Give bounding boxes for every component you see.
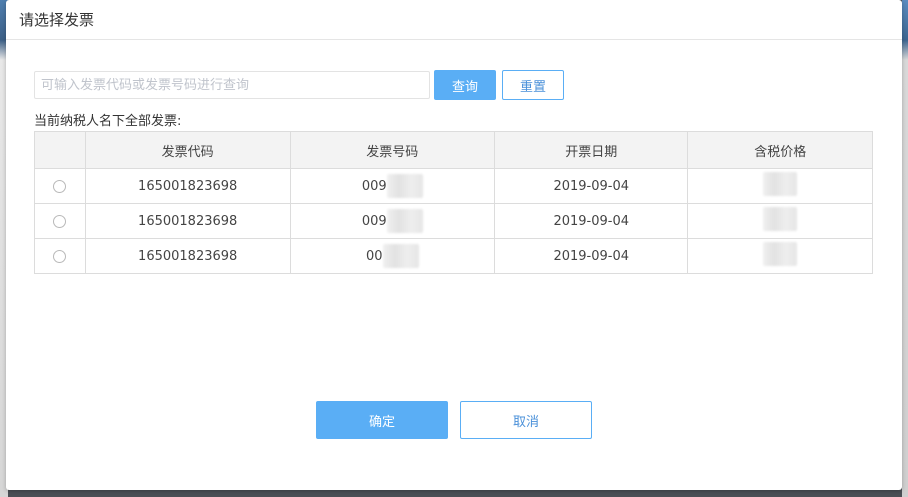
redacted-blur: [386, 209, 423, 233]
row-radio-button[interactable]: [53, 214, 67, 228]
invoice-number-cell: 00: [289, 238, 495, 274]
issue-date-cell: 2019-09-04: [493, 238, 689, 274]
invoice-number-cell: 009: [289, 168, 495, 204]
row-radio-button[interactable]: [53, 249, 67, 263]
price-cell: [687, 203, 873, 239]
invoice-table: 发票代码 发票号码 开票日期 含税价格 165001823698 009 201…: [34, 131, 873, 274]
query-button[interactable]: 查询: [434, 70, 496, 100]
invoice-search-input[interactable]: [34, 71, 430, 99]
issue-date-cell: 2019-09-04: [493, 203, 689, 239]
table-row[interactable]: 165001823698 009 2019-09-04: [34, 203, 873, 239]
table-header-row: 发票代码 发票号码 开票日期 含税价格: [34, 131, 873, 169]
redacted-blur: [763, 207, 798, 231]
column-header-invoice-code: 发票代码: [84, 131, 291, 169]
redacted-blur: [386, 174, 423, 198]
invoice-number-prefix: 009: [361, 178, 387, 194]
column-header-invoice-number: 发票号码: [289, 131, 495, 169]
invoice-number-prefix: 009: [361, 213, 387, 229]
cancel-button[interactable]: 取消: [460, 401, 592, 439]
reset-button[interactable]: 重置: [502, 70, 564, 100]
column-header-issue-date: 开票日期: [493, 131, 689, 169]
table-row[interactable]: 165001823698 009 2019-09-04: [34, 168, 873, 204]
row-select-cell[interactable]: [34, 238, 86, 274]
select-invoice-dialog: 请选择发票 查询 重置 当前纳税人名下全部发票: 发票代码 发票号码 开票日期 …: [6, 0, 902, 490]
price-cell: [687, 238, 873, 274]
invoice-code-cell: 165001823698: [84, 238, 291, 274]
table-row[interactable]: 165001823698 00 2019-09-04: [34, 238, 873, 274]
column-header-price: 含税价格: [687, 131, 873, 169]
redacted-blur: [763, 242, 798, 266]
search-bar: 查询 重置: [34, 70, 564, 100]
row-radio-button[interactable]: [53, 179, 67, 193]
redacted-blur: [382, 244, 419, 268]
invoice-number-cell: 009: [289, 203, 495, 239]
redacted-blur: [763, 172, 798, 196]
issue-date-cell: 2019-09-04: [493, 168, 689, 204]
invoice-code-cell: 165001823698: [84, 168, 291, 204]
confirm-button[interactable]: 确定: [316, 401, 448, 439]
row-select-cell[interactable]: [34, 203, 86, 239]
invoice-number-prefix: 00: [365, 248, 383, 264]
dialog-title: 请选择发票: [19, 11, 95, 29]
invoice-code-cell: 165001823698: [84, 203, 291, 239]
price-cell: [687, 168, 873, 204]
dialog-header: 请选择发票: [6, 0, 902, 40]
invoice-list-caption: 当前纳税人名下全部发票:: [34, 114, 182, 129]
dialog-footer: 确定 取消: [316, 401, 592, 439]
row-select-cell[interactable]: [34, 168, 86, 204]
page-backdrop-right: [902, 0, 908, 497]
column-header-select: [34, 131, 86, 169]
